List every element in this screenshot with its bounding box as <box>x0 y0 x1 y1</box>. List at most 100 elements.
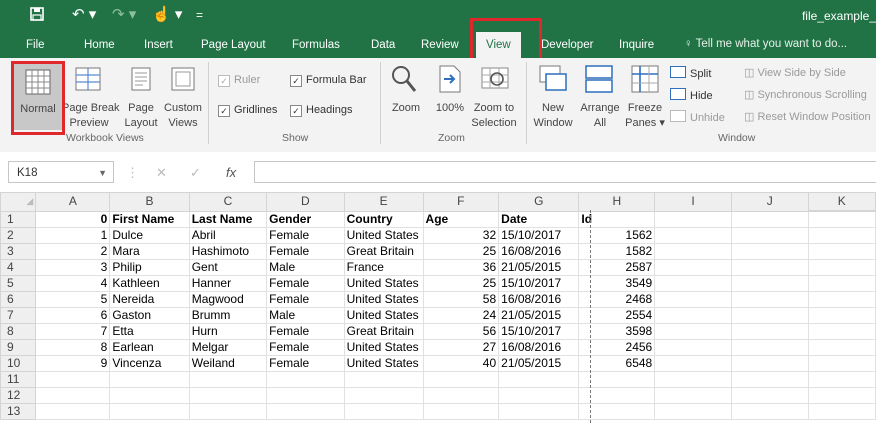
cell[interactable]: 9 <box>35 355 111 372</box>
column-header-h[interactable]: H <box>578 192 656 212</box>
cell[interactable] <box>498 403 580 420</box>
cell[interactable]: Male <box>266 307 345 324</box>
chevron-down-icon[interactable]: ▼ <box>98 162 107 184</box>
cell[interactable] <box>188 371 268 388</box>
column-header-k[interactable]: K <box>807 192 876 212</box>
cell[interactable]: 58 <box>422 291 500 308</box>
cell[interactable] <box>343 387 424 404</box>
cell[interactable] <box>730 339 809 356</box>
cell[interactable]: 21/05/2015 <box>498 259 580 276</box>
cell[interactable] <box>730 355 809 372</box>
cell[interactable] <box>807 355 876 372</box>
row-header[interactable]: 12 <box>0 387 37 404</box>
row-header[interactable]: 3 <box>0 243 37 260</box>
cell[interactable]: Gaston <box>109 307 190 324</box>
cell[interactable]: United States <box>343 307 424 324</box>
cell[interactable] <box>807 403 876 420</box>
insert-function-icon[interactable]: fx <box>226 165 236 180</box>
cell[interactable] <box>422 403 500 420</box>
cell[interactable]: 16/08/2016 <box>498 339 580 356</box>
save-icon[interactable] <box>30 7 44 25</box>
cell[interactable] <box>266 371 345 388</box>
unhide-button[interactable]: Unhide <box>670 110 725 124</box>
cell[interactable] <box>188 403 268 420</box>
cell[interactable] <box>654 387 732 404</box>
row-header[interactable]: 9 <box>0 339 37 356</box>
cell[interactable] <box>35 371 111 388</box>
cell[interactable]: 56 <box>422 323 500 340</box>
column-header-i[interactable]: I <box>654 192 732 212</box>
cell[interactable] <box>730 403 809 420</box>
row-header[interactable]: 2 <box>0 227 37 244</box>
column-header-e[interactable]: E <box>343 192 424 212</box>
cell[interactable] <box>35 403 111 420</box>
cell[interactable]: Etta <box>109 323 190 340</box>
cell[interactable] <box>730 323 809 340</box>
cell[interactable]: 15/10/2017 <box>498 275 580 292</box>
cell[interactable]: United States <box>343 339 424 356</box>
tab-developer[interactable]: Developer <box>541 39 593 51</box>
cell[interactable]: 24 <box>422 307 500 324</box>
cell[interactable] <box>730 291 809 308</box>
formula-input[interactable] <box>254 161 876 183</box>
cell[interactable] <box>188 387 268 404</box>
tab-insert[interactable]: Insert <box>144 39 173 51</box>
synchronous-scrolling-button[interactable]: ◫ Synchronous Scrolling <box>744 88 867 101</box>
cell[interactable] <box>422 371 500 388</box>
cell[interactable]: Earlean <box>109 339 190 356</box>
ruler-checkbox[interactable]: ✓ Ruler <box>218 74 260 87</box>
row-header[interactable]: 8 <box>0 323 37 340</box>
column-header-c[interactable]: C <box>188 192 268 212</box>
cell[interactable] <box>654 339 732 356</box>
cell[interactable]: 32 <box>422 227 500 244</box>
cell[interactable] <box>807 291 876 308</box>
cell[interactable] <box>807 227 876 244</box>
cell[interactable] <box>109 371 190 388</box>
cell[interactable]: Female <box>266 291 345 308</box>
cancel-icon[interactable]: ✕ <box>156 165 167 181</box>
cell[interactable]: 15/10/2017 <box>498 227 580 244</box>
cell[interactable]: Female <box>266 243 345 260</box>
enter-icon[interactable]: ✓ <box>190 165 201 181</box>
cell[interactable] <box>654 323 732 340</box>
cell[interactable] <box>807 210 876 228</box>
gridlines-checkbox[interactable]: ✓ Gridlines <box>218 104 277 117</box>
cell[interactable] <box>654 403 732 420</box>
cell[interactable] <box>730 210 809 228</box>
cell[interactable] <box>807 275 876 292</box>
cell[interactable]: 6 <box>35 307 111 324</box>
cell[interactable] <box>654 371 732 388</box>
cell[interactable]: United States <box>343 275 424 292</box>
customize-icon[interactable]: = <box>196 7 203 23</box>
cell[interactable] <box>807 243 876 260</box>
cell[interactable] <box>654 259 732 276</box>
cell[interactable]: Gender <box>266 210 345 228</box>
cell[interactable] <box>654 243 732 260</box>
cell[interactable] <box>266 403 345 420</box>
cell[interactable]: Brumm <box>188 307 268 324</box>
cell[interactable]: 4 <box>35 275 111 292</box>
cell[interactable]: Vincenza <box>109 355 190 372</box>
cell[interactable]: Great Britain <box>343 243 424 260</box>
tab-home[interactable]: Home <box>84 39 115 51</box>
cell[interactable]: 36 <box>422 259 500 276</box>
column-header-g[interactable]: G <box>498 192 580 212</box>
cell[interactable]: 27 <box>422 339 500 356</box>
cell[interactable]: 8 <box>35 339 111 356</box>
reset-window-position-button[interactable]: ◫ Reset Window Position <box>744 110 871 123</box>
cell[interactable]: Hurn <box>188 323 268 340</box>
cell[interactable]: Hashimoto <box>188 243 268 260</box>
cell[interactable]: 1 <box>35 227 111 244</box>
cell[interactable] <box>730 307 809 324</box>
cell[interactable]: 21/05/2015 <box>498 355 580 372</box>
cell[interactable] <box>807 339 876 356</box>
cell[interactable] <box>109 403 190 420</box>
cell[interactable]: 0 <box>35 210 111 228</box>
tab-formulas[interactable]: Formulas <box>292 39 340 51</box>
cell[interactable]: Dulce <box>109 227 190 244</box>
cell[interactable] <box>654 291 732 308</box>
cell[interactable]: 25 <box>422 243 500 260</box>
cell[interactable] <box>654 227 732 244</box>
column-header-f[interactable]: F <box>422 192 500 212</box>
cell[interactable] <box>654 307 732 324</box>
